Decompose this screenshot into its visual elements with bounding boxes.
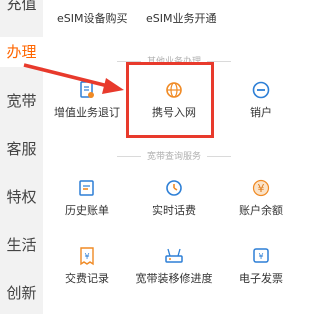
sidebar-item-recharge[interactable]: 充值 [0, 0, 43, 19]
receipt-icon: ¥ [77, 246, 97, 266]
sidebar-item-privilege[interactable]: 特权 [0, 182, 43, 212]
esim-activation-link[interactable]: eSIM业务开通 [146, 10, 217, 26]
yen-coin-icon: ¥ [251, 178, 271, 198]
history-bill-button[interactable]: 历史账单 [43, 178, 131, 228]
category-sidebar: 充值 办理 宽带 客服 特权 生活 创新 [0, 0, 43, 314]
sidebar-item-life[interactable]: 生活 [0, 230, 43, 260]
e-invoice-button[interactable]: ¥ 电子发票 [217, 246, 305, 296]
clock-icon [164, 178, 184, 198]
tile-label: 增值业务退订 [54, 106, 120, 119]
invoice-icon: ¥ [251, 246, 271, 266]
service-panel: eSIM设备购买 eSIM业务开通 其他业务办理 增值业务退订 携号入网 销户 … [43, 0, 305, 314]
realtime-charges-button[interactable]: 实时话费 [130, 178, 218, 228]
tile-label: 销户 [250, 106, 272, 119]
tile-label: 电子发票 [239, 272, 283, 285]
tile-label: 实时话费 [152, 204, 196, 217]
payment-records-button[interactable]: ¥ 交费记录 [43, 246, 131, 296]
highlight-frame [126, 62, 214, 138]
sidebar-item-innovation[interactable]: 创新 [0, 278, 43, 308]
account-balance-button[interactable]: ¥ 账户余额 [217, 178, 305, 228]
bill-icon [77, 178, 97, 198]
tile-label: 交费记录 [65, 272, 109, 285]
document-icon [77, 80, 97, 100]
value-added-unsubscribe-button[interactable]: 增值业务退订 [43, 80, 131, 130]
svg-text:¥: ¥ [84, 252, 89, 261]
sidebar-item-broadband[interactable]: 宽带 [0, 86, 43, 116]
section-title-broadband: 宽带查询服务 [43, 149, 305, 162]
tile-label: 历史账单 [65, 204, 109, 217]
svg-text:¥: ¥ [258, 182, 265, 195]
minus-circle-icon [251, 80, 271, 100]
svg-text:¥: ¥ [258, 252, 263, 261]
broadband-progress-button[interactable]: 宽带装移修进度 [130, 246, 218, 296]
cancel-account-button[interactable]: 销户 [217, 80, 305, 130]
sidebar-item-handle[interactable]: 办理 [0, 37, 43, 67]
tile-label: 宽带装移修进度 [135, 272, 213, 285]
tile-label: 账户余额 [239, 204, 283, 217]
esim-device-purchase-link[interactable]: eSIM设备购买 [57, 10, 128, 26]
router-icon [164, 246, 184, 266]
sidebar-item-service[interactable]: 客服 [0, 134, 43, 164]
